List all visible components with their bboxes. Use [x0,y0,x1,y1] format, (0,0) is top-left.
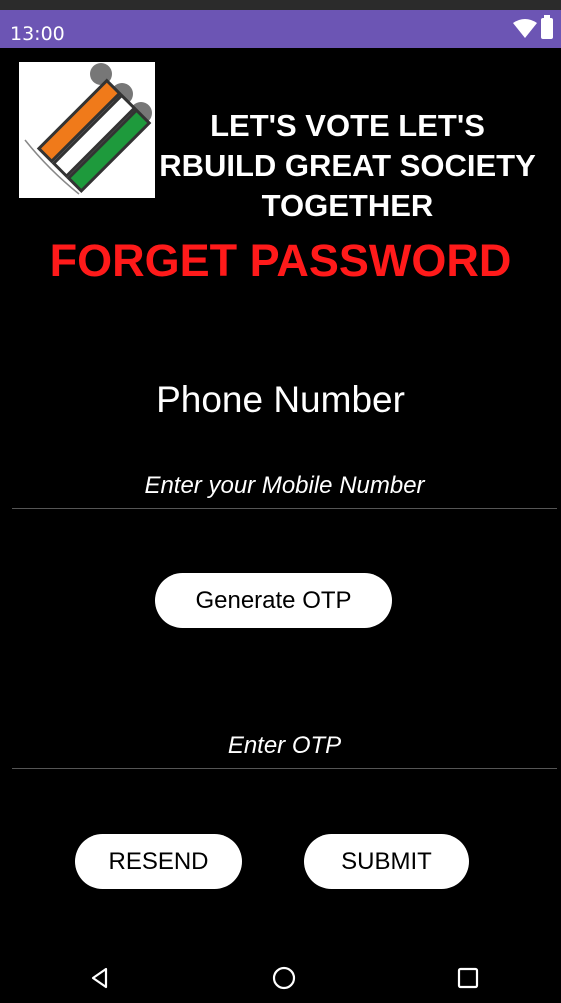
generate-otp-button[interactable]: Generate OTP [155,573,392,628]
wifi-icon [513,18,537,38]
tagline-line-1: LET'S VOTE LET'S [210,108,485,143]
home-icon [272,966,296,990]
recents-button[interactable] [452,962,484,994]
back-icon [91,967,108,989]
tagline-line-2: RBUILD GREAT SOCIETY [159,148,536,183]
tagline: LET'S VOTE LET'S RBUILD GREAT SOCIETY TO… [155,106,540,226]
submit-button[interactable]: SUBMIT [304,834,469,889]
recents-icon [457,967,479,989]
home-button[interactable] [268,962,300,994]
navigation-bar [0,950,561,1003]
tagline-line-3: TOGETHER [261,188,434,223]
mobile-number-input[interactable] [12,464,557,509]
status-icons [513,15,553,39]
otp-input[interactable] [12,724,557,769]
back-button[interactable] [84,962,116,994]
status-time: 13:00 [10,23,65,45]
resend-button[interactable]: RESEND [75,834,242,889]
top-edge [0,0,561,10]
election-commission-logo [19,62,155,198]
phone-number-label: Phone Number [156,379,405,420]
logo-graphic [24,63,152,195]
battery-icon [541,15,553,39]
status-bar: 13:00 [0,10,561,48]
page-title: FORGET PASSWORD [49,235,512,286]
forget-password-screen: 13:00 LET'S VOTE LET'S RBUILD GREAT SOCI… [0,0,561,1003]
